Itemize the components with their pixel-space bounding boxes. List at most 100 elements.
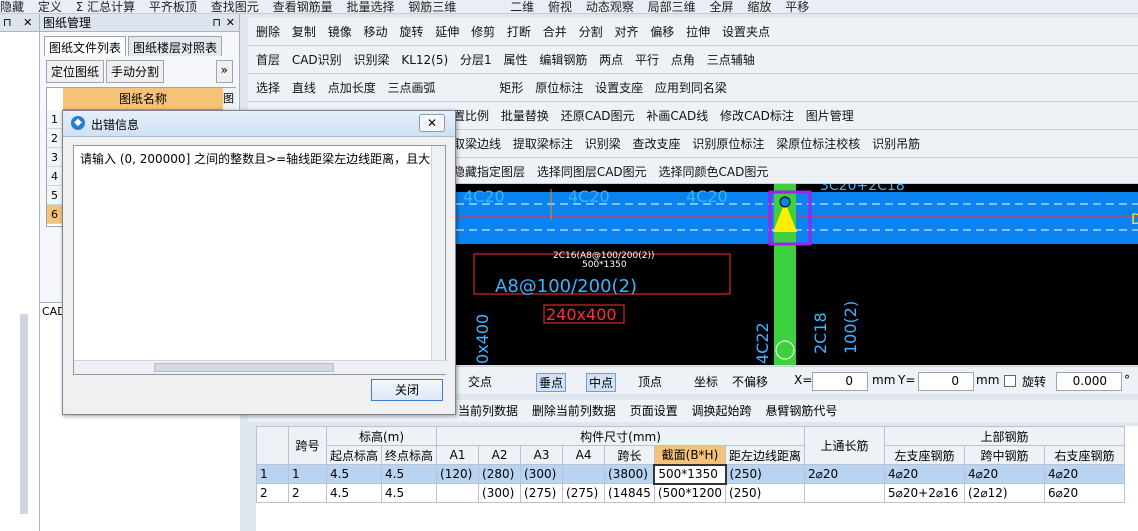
modify-cad-annotation-tool[interactable]: 修改CAD标注 [720, 102, 794, 129]
topstrip-item[interactable]: 批量选择 [346, 1, 394, 13]
manual-split-button[interactable]: 手动分割 [106, 60, 165, 83]
subheader[interactable]: A3 [520, 445, 564, 465]
snap-vertex[interactable]: 顶点 [638, 373, 662, 390]
row-index[interactable]: 1 [47, 110, 63, 129]
pin-icon[interactable]: ⊓ [212, 14, 221, 32]
scroll-thumb[interactable] [154, 363, 334, 372]
toolbar-merge[interactable]: 合并 [543, 18, 567, 45]
row-index[interactable]: 3 [47, 148, 63, 167]
subheader[interactable]: 距左边线距离 [725, 445, 806, 465]
offset-select[interactable]: 不偏移 [732, 373, 768, 390]
subheader[interactable]: 跨长 [604, 445, 655, 465]
subheader[interactable]: 跨中钢筋 [964, 445, 1046, 465]
cell[interactable]: 6⌀20 [1044, 483, 1126, 503]
toolbar-offset[interactable]: 偏移 [650, 18, 674, 45]
parallel-button[interactable]: 平行 [635, 46, 659, 73]
recognize-beam-tool[interactable]: 识别梁 [585, 130, 621, 157]
topstrip-item[interactable]: 查看钢筋量 [273, 1, 333, 13]
beam-name-select[interactable]: KL12(5) [401, 46, 448, 73]
cell[interactable] [436, 483, 480, 503]
three-point-arc-tool[interactable]: 三点画弧 [388, 74, 436, 101]
cell[interactable]: 2 [288, 483, 327, 503]
topstrip-item[interactable]: 局部三维 [648, 1, 696, 13]
cell[interactable]: (275) [520, 483, 564, 503]
recognize-beam-select[interactable]: 识别梁 [354, 46, 390, 73]
toolbar-split[interactable]: 分割 [579, 18, 603, 45]
copy-column-button[interactable]: 当前列数据 [458, 400, 518, 422]
cell[interactable]: 4⌀20 [884, 464, 966, 484]
topstrip-item[interactable]: 动态观察 [586, 1, 634, 13]
toolbar-stretch[interactable]: 拉伸 [686, 18, 710, 45]
subheader[interactable]: A4 [562, 445, 606, 465]
active-cell[interactable]: 500*1350 [653, 463, 727, 485]
point-angle-button[interactable]: 点角 [671, 46, 695, 73]
row-index[interactable]: 2 [47, 129, 63, 148]
toolbar-extend[interactable]: 延伸 [435, 18, 459, 45]
swap-start-span-button[interactable]: 调换起始跨 [692, 400, 752, 422]
toolbar-mirror[interactable]: 镜像 [328, 18, 352, 45]
toolbar-rotate[interactable]: 旋转 [399, 18, 423, 45]
cantilever-code-button[interactable]: 悬臂钢筋代号 [765, 400, 837, 422]
three-point-axis-button[interactable]: 三点辅轴 [707, 46, 755, 73]
cell[interactable]: (2⌀12) [964, 483, 1046, 503]
subheader[interactable]: 终点标高 [381, 445, 438, 465]
header-dimensions[interactable]: 构件尺寸(mm) [436, 426, 806, 446]
delete-column-button[interactable]: 删除当前列数据 [532, 400, 616, 422]
subheader[interactable]: 起点标高 [325, 445, 383, 465]
topstrip-item[interactable]: 隐藏 [0, 1, 24, 13]
toolbar-trim[interactable]: 修剪 [471, 18, 495, 45]
rotate-input[interactable]: 0.000 [1056, 372, 1122, 391]
toolbar-set-grip[interactable]: 设置夹点 [722, 18, 770, 45]
topstrip-item[interactable]: 平齐板顶 [149, 1, 197, 13]
more-icon[interactable]: » [215, 60, 233, 83]
toolbar-delete[interactable]: 删除 [256, 18, 280, 45]
image-manage-tool[interactable]: 图片管理 [806, 102, 854, 129]
in-place-annotation-tool[interactable]: 原位标注 [535, 74, 583, 101]
dialog-title-bar[interactable]: ◆ 出错信息 ✕ [63, 111, 455, 137]
cell[interactable]: 4⌀20 [1044, 464, 1126, 484]
row-index[interactable]: 2 [256, 483, 289, 503]
recognize-annotation-tool[interactable]: 识别原位标注 [692, 130, 764, 157]
rectangle-tool[interactable]: 矩形 [499, 74, 523, 101]
select-same-layer-tool[interactable]: 选择同图层CAD图元 [537, 158, 647, 183]
cell[interactable]: (3800) [604, 464, 655, 484]
topstrip-item[interactable]: 俯视 [548, 1, 572, 13]
topstrip-item[interactable]: 二维 [510, 1, 534, 13]
cell[interactable]: (300) [520, 464, 564, 484]
beam-annotation-check-tool[interactable]: 梁原位标注校核 [776, 130, 860, 157]
cell[interactable]: (500*1200 [653, 483, 727, 503]
cell[interactable]: 1 [288, 464, 327, 484]
page-setup-button[interactable]: 页面设置 [630, 400, 678, 422]
row-index[interactable]: 5 [47, 186, 63, 205]
close-icon[interactable]: ✕ [226, 14, 235, 32]
toolbar-copy[interactable]: 复制 [292, 18, 316, 45]
redraw-cad-line-tool[interactable]: 补画CAD线 [646, 102, 708, 129]
horizontal-scrollbar[interactable] [74, 360, 447, 374]
topstrip-item[interactable]: 全屏 [710, 1, 734, 13]
cell[interactable]: (14845 [604, 483, 655, 503]
toolbar-break[interactable]: 打断 [507, 18, 531, 45]
header-top-rebar[interactable]: 上部钢筋 [884, 426, 1126, 446]
cell[interactable]: (250) [725, 483, 806, 503]
close-icon[interactable]: ✕ [23, 16, 32, 29]
close-button[interactable]: 关闭 [371, 379, 443, 401]
topstrip-item[interactable]: 查找图元 [211, 1, 259, 13]
rotate-checkbox[interactable] [1004, 375, 1016, 387]
cell[interactable]: 4.5 [325, 464, 383, 484]
snap-coordinate[interactable]: 坐标 [694, 373, 718, 390]
column-header-extra[interactable]: 图 [223, 88, 237, 110]
hide-layer-tool[interactable]: 隐藏指定图层 [453, 158, 525, 183]
table-row[interactable]: 1 1 4.5 4.5 (120) (280) (300) (3800) 500… [256, 463, 1126, 485]
topstrip-item[interactable]: 定义 [38, 1, 62, 13]
snap-midpoint[interactable]: 中点 [586, 373, 617, 392]
topstrip-item[interactable]: 钢筋三维 [408, 1, 456, 13]
toolbar-align[interactable]: 对齐 [614, 18, 638, 45]
properties-button[interactable]: 属性 [503, 46, 527, 73]
cell[interactable] [562, 464, 606, 484]
set-scale-tool[interactable]: 置比例 [453, 102, 489, 129]
column-header-drawing-name[interactable]: 图纸名称 [63, 88, 223, 110]
point-length-tool[interactable]: 点加长度 [328, 74, 376, 101]
message-textbox[interactable]: 请输入 (0, 200000] 之间的整数且>=轴线距梁左边线距离，且大于保 [73, 145, 447, 375]
select-tool[interactable]: 选择 [256, 74, 280, 101]
cell[interactable]: 4⌀20 [964, 464, 1046, 484]
